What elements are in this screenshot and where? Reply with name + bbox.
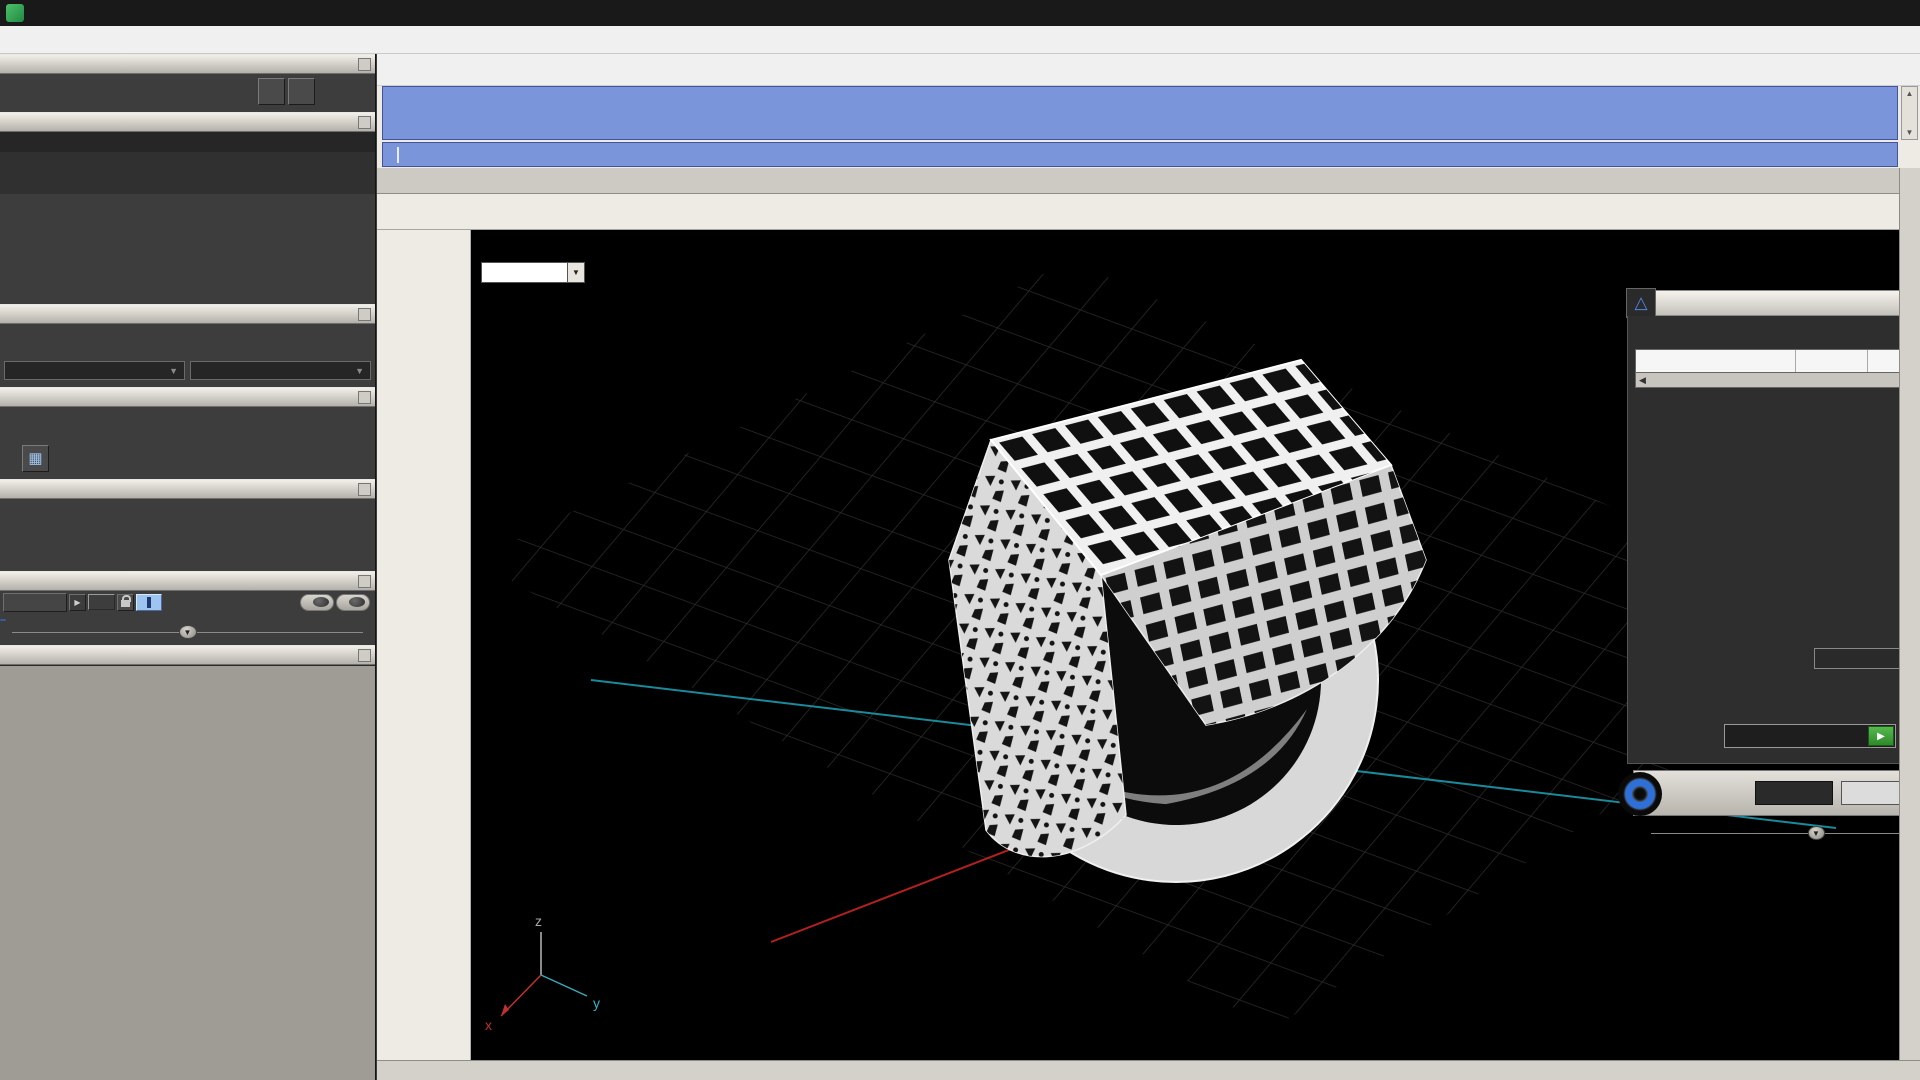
- grid-settings-icon[interactable]: ▦: [22, 444, 49, 472]
- command-input[interactable]: [382, 142, 1898, 167]
- layer-lock-icon[interactable]: [117, 593, 134, 611]
- toggle-knob-icon: [313, 597, 329, 607]
- metal-weights-titlebar[interactable]: △: [1626, 288, 1899, 318]
- use-object-materials-dropdown[interactable]: [1814, 648, 1899, 669]
- chevron-up-icon: ▲: [1905, 89, 1914, 98]
- close-button[interactable]: [1866, 0, 1912, 26]
- icon-history-row: [0, 74, 375, 108]
- rhino-menu-bar: [377, 54, 1920, 86]
- display-header: [0, 304, 375, 324]
- info-row-2: [0, 533, 375, 567]
- main-menu-row: [0, 132, 375, 152]
- projects-body: [0, 665, 375, 1080]
- layer-color-swatch[interactable]: [88, 594, 115, 610]
- ring-size-dropdown[interactable]: ▼: [1840, 781, 1899, 805]
- projects-header: [0, 645, 375, 665]
- command-history[interactable]: [382, 86, 1898, 140]
- sidebar-toolbar-row-2: [0, 232, 375, 266]
- lights-layer-row: ▶: [0, 591, 375, 613]
- ring-size-region-field[interactable]: [1754, 781, 1833, 805]
- snaps-row-2: ▦: [0, 441, 375, 475]
- close-icon[interactable]: [358, 308, 371, 321]
- mesh-quality-dropdown[interactable]: ▼: [4, 361, 185, 380]
- history-nav: [258, 78, 315, 105]
- z-axis-label: z: [535, 913, 542, 929]
- ring-rail-slider[interactable]: ▼: [1651, 824, 1899, 842]
- hide-toggle[interactable]: [300, 593, 334, 611]
- x-axis-label: x: [485, 1017, 492, 1033]
- play-icon: ▶: [1868, 726, 1894, 746]
- y-axis-label: y: [593, 995, 600, 1011]
- command-history-scrollbar[interactable]: ▲ ▼: [1901, 86, 1918, 140]
- snaps-header: [0, 387, 375, 407]
- show-toggle[interactable]: [336, 593, 370, 611]
- chevron-down-icon: ▼: [567, 263, 584, 282]
- display-dropdowns: ▼ ▼: [0, 360, 375, 383]
- layers-header: [0, 571, 375, 591]
- horizontal-scrollbar[interactable]: [377, 1060, 1920, 1080]
- perspective-viewport[interactable]: z x y ▼ △ ◀ ▶ ▼: [471, 230, 1899, 1060]
- minimize-button[interactable]: [1746, 0, 1792, 26]
- rhino-side-toolbar: [377, 230, 471, 1080]
- rhino-toolbar: [377, 194, 1920, 230]
- viewport-title-dropdown[interactable]: ▼: [481, 262, 585, 283]
- close-icon[interactable]: [358, 116, 371, 129]
- layer-lights[interactable]: [3, 592, 67, 612]
- close-icon[interactable]: [358, 483, 371, 496]
- chevron-down-icon: ▼: [1905, 128, 1914, 137]
- chevron-down-icon: ▼: [178, 625, 197, 639]
- library-row: [1635, 324, 1899, 341]
- vertical-scrollbar[interactable]: [1899, 168, 1920, 1060]
- app-menu-bar: [0, 26, 1920, 54]
- chevron-down-icon: ▼: [169, 365, 178, 376]
- axis-gizmo: z x y: [485, 913, 600, 1033]
- sidebar-toolbar-row-3: [0, 266, 375, 300]
- close-icon[interactable]: [358, 649, 371, 662]
- maximize-button[interactable]: [1810, 0, 1856, 26]
- icon-history-header: [0, 54, 375, 74]
- table-header[interactable]: [1636, 350, 1899, 372]
- chevron-down-icon: ▼: [355, 365, 364, 376]
- layers-panel-slider[interactable]: ▼: [0, 623, 375, 641]
- info-row-1: [0, 499, 375, 533]
- layer-expand-icon[interactable]: ▶: [69, 593, 86, 611]
- toggle-knob-icon: [349, 597, 365, 607]
- ring-rail-panel: ▼: [1618, 770, 1899, 816]
- metal-weights-table: ▲ ▼: [1635, 349, 1899, 373]
- title-bar: [0, 0, 1920, 26]
- close-icon[interactable]: [358, 58, 371, 71]
- metal-weights-panel: △ ◀ ▶: [1626, 288, 1899, 764]
- toolbar-tab-strip: [377, 168, 1920, 194]
- history-forward-button[interactable]: [288, 78, 315, 105]
- table-horizontal-scrollbar[interactable]: ◀ ▶: [1635, 373, 1899, 388]
- snaps-row-1: [0, 407, 375, 441]
- matrix-sidebar: ▼ ▼ ▦ ▶ ▼: [0, 54, 376, 1080]
- chevron-left-icon[interactable]: ◀: [1639, 375, 1646, 386]
- category-tabs-row-1: [0, 152, 375, 173]
- display-mode-dropdown[interactable]: ▼: [190, 361, 371, 380]
- ring-rail-icon[interactable]: [1618, 772, 1662, 816]
- main-menu-header: [0, 112, 375, 132]
- category-tabs-row-2: [0, 173, 375, 194]
- display-icons-row: [0, 324, 375, 360]
- matrix-logo-icon: [6, 4, 24, 22]
- rhino-main-area: ▲ ▼ z x y ▼ △ ◀ ▶ ▼: [377, 54, 1920, 1080]
- info-settings-header: [0, 479, 375, 499]
- close-icon[interactable]: [358, 391, 371, 404]
- text-caret: [397, 146, 399, 163]
- chevron-down-icon: ▼: [1807, 826, 1825, 840]
- layer-visibility-toggle[interactable]: [136, 593, 162, 611]
- sidebar-toolbar-row-1: [0, 198, 375, 232]
- layer-scroll-strip[interactable]: [0, 619, 6, 621]
- scale-icon: △: [1626, 288, 1656, 318]
- matrix-app-window: ▼ ▼ ▦ ▶ ▼ ▲ ▼ z x y ▼ △ ◀ ▶ ▼: [0, 0, 1920, 1080]
- close-icon[interactable]: [358, 575, 371, 588]
- history-back-button[interactable]: [258, 78, 285, 105]
- calculate-button[interactable]: ▶: [1724, 724, 1896, 748]
